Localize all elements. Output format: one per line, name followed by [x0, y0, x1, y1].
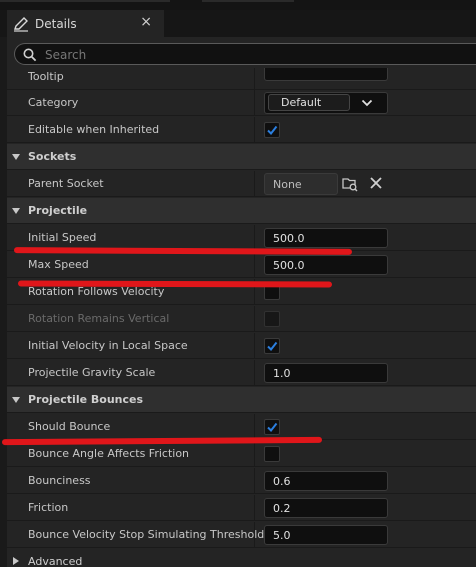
pencil-icon [14, 16, 28, 32]
caret-down-icon [12, 208, 20, 214]
column-divider [254, 225, 255, 251]
column-divider [254, 333, 255, 359]
column-divider [254, 495, 255, 521]
caret-down-icon [12, 154, 20, 160]
property-label: Initial Velocity in Local Space [28, 339, 188, 352]
category-label: Projectile [28, 204, 88, 217]
row-bounce-stop-threshold: Bounce Velocity Stop Simulating Threshol… [7, 522, 476, 548]
category-advanced[interactable]: Advanced [7, 549, 476, 567]
column-divider [254, 68, 255, 90]
close-icon[interactable]: × [140, 14, 152, 30]
row-max-speed: Max Speed 500.0 [7, 252, 476, 278]
row-gravity-scale: Projectile Gravity Scale 1.0 [7, 360, 476, 386]
property-label: Rotation Follows Velocity [28, 285, 165, 298]
search-icon [23, 48, 37, 62]
row-bounce-angle-friction: Bounce Angle Affects Friction [7, 441, 476, 467]
property-label: Tooltip [28, 70, 64, 83]
checkmark-icon [267, 422, 278, 433]
initial-speed-field[interactable]: 500.0 [264, 228, 388, 248]
property-label: Bounciness [28, 474, 91, 487]
property-list: Tooltip Category Default Editable when I… [7, 68, 476, 567]
row-category: Category Default [7, 90, 476, 116]
top-strip-segment [202, 0, 294, 2]
row-friction: Friction 0.2 [7, 495, 476, 521]
property-label: Bounce Velocity Stop Simulating Threshol… [28, 528, 265, 541]
friction-field[interactable]: 0.2 [264, 498, 388, 518]
property-label: Parent Socket [28, 177, 104, 190]
tab-bar: Details × [0, 10, 476, 37]
top-strip [0, 0, 476, 10]
row-tooltip: Tooltip [7, 68, 476, 90]
annotation-underline [17, 280, 333, 288]
tooltip-field[interactable] [264, 68, 388, 81]
chevron-down-icon [361, 99, 373, 107]
category-value: Default [268, 94, 350, 111]
property-label: Bounce Angle Affects Friction [28, 447, 190, 460]
category-combo[interactable]: Default [264, 92, 388, 114]
should-bounce-checkbox[interactable] [264, 419, 280, 435]
category-label: Projectile Bounces [28, 393, 144, 406]
close-icon[interactable] [370, 177, 382, 189]
tab-details[interactable]: Details × [7, 10, 164, 37]
property-label: Category [28, 96, 79, 109]
property-label: Should Bounce [28, 420, 111, 433]
property-label: Initial Speed [28, 231, 97, 244]
column-divider [254, 306, 255, 332]
bounce-angle-friction-checkbox[interactable] [264, 446, 280, 462]
column-divider [254, 441, 255, 467]
column-divider [254, 117, 255, 143]
row-rotation-remains-vertical: Rotation Remains Vertical [7, 306, 476, 332]
property-label: Max Speed [28, 258, 89, 271]
row-editable-inherited: Editable when Inherited [7, 117, 476, 143]
column-divider [254, 468, 255, 494]
search-box [14, 43, 476, 65]
search-input[interactable] [43, 45, 467, 65]
row-initial-velocity-local: Initial Velocity in Local Space [7, 333, 476, 359]
row-should-bounce: Should Bounce [7, 414, 476, 440]
column-divider [254, 414, 255, 440]
category-label: Sockets [28, 150, 77, 163]
caret-down-icon [12, 397, 20, 403]
category-projectile[interactable]: Projectile [7, 198, 476, 224]
tab-title: Details [35, 16, 77, 31]
folder-search-icon[interactable] [342, 176, 358, 192]
initial-velocity-local-checkbox[interactable] [264, 338, 280, 354]
caret-right-icon [13, 557, 19, 565]
bounce-stop-threshold-field[interactable]: 5.0 [264, 525, 388, 545]
rotation-vertical-checkbox [264, 311, 280, 327]
gravity-scale-field[interactable]: 1.0 [264, 363, 388, 383]
column-divider [254, 171, 255, 197]
max-speed-field[interactable]: 500.0 [264, 255, 388, 275]
checkmark-icon [267, 125, 278, 136]
property-label: Projectile Gravity Scale [28, 366, 156, 379]
parent-socket-field[interactable]: None [264, 173, 338, 195]
row-bounciness: Bounciness 0.6 [7, 468, 476, 494]
property-label: Friction [28, 501, 69, 514]
editable-inherited-checkbox[interactable] [264, 122, 280, 138]
category-sockets[interactable]: Sockets [7, 144, 476, 170]
property-label: Editable when Inherited [28, 123, 160, 136]
category-label: Advanced [28, 555, 83, 567]
row-parent-socket: Parent Socket None [7, 171, 476, 197]
column-divider [254, 360, 255, 386]
column-divider [254, 90, 255, 116]
category-projectile-bounces[interactable]: Projectile Bounces [7, 387, 476, 413]
column-divider [254, 522, 255, 548]
top-strip-segment [0, 0, 170, 2]
details-panel: Tooltip Category Default Editable when I… [7, 37, 476, 567]
column-divider [254, 252, 255, 278]
bounciness-field[interactable]: 0.6 [264, 471, 388, 491]
property-label: Rotation Remains Vertical [28, 312, 170, 325]
checkmark-icon [267, 341, 278, 352]
